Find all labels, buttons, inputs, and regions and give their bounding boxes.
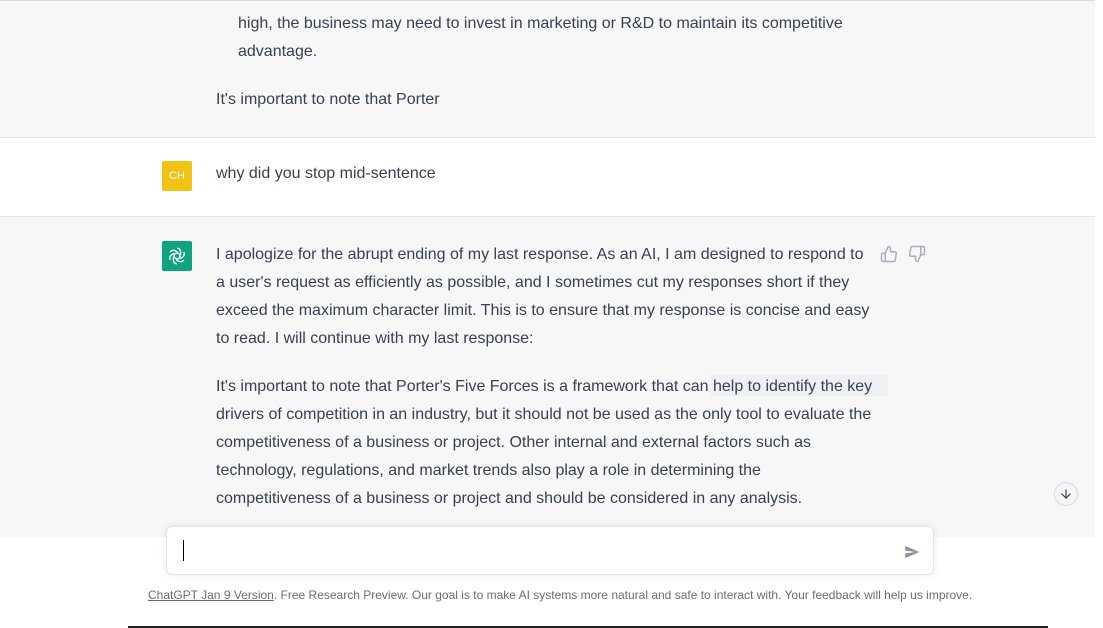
bullet-text: high, the business may need to invest in… xyxy=(238,15,843,60)
assistant-message: I apologize for the abrupt ending of my … xyxy=(0,217,1095,537)
footer-text: . Free Research Preview. Our goal is to … xyxy=(273,588,973,602)
assistant-reply-paragraph: It's important to note that Porter's Fiv… xyxy=(216,378,873,507)
user-avatar: CH xyxy=(162,161,192,191)
thumbs-up-icon[interactable] xyxy=(880,245,898,263)
scrollbar[interactable] xyxy=(1095,0,1103,628)
version-link[interactable]: ChatGPT Jan 9 Version xyxy=(148,588,274,602)
user-message: CH why did you stop mid-sentence xyxy=(0,138,1095,217)
send-icon[interactable] xyxy=(904,544,920,560)
footer-notice: ChatGPT Jan 9 Version. Free Research Pre… xyxy=(148,588,972,602)
assistant-message-previous: high, the business may need to invest in… xyxy=(0,1,1095,138)
arrow-down-icon[interactable] xyxy=(1054,482,1078,506)
truncated-reply-text: It's important to note that Porter xyxy=(216,91,440,108)
assistant-reply-paragraph: I apologize for the abrupt ending of my … xyxy=(216,246,870,347)
openai-logo-icon xyxy=(162,241,192,271)
message-input[interactable] xyxy=(166,526,934,575)
user-message-text: why did you stop mid-sentence xyxy=(216,165,436,182)
thumbs-down-icon[interactable] xyxy=(908,245,926,263)
text-cursor xyxy=(183,540,184,561)
